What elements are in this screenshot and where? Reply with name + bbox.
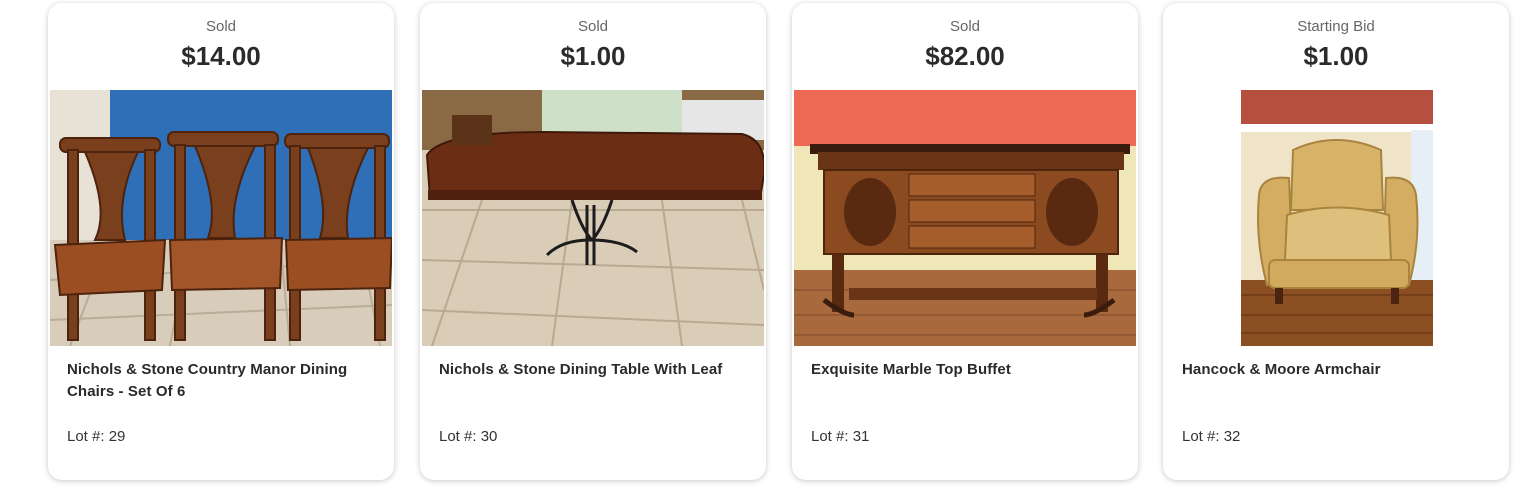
- lot-number: Lot #: 29: [67, 428, 126, 445]
- lot-title[interactable]: Nichols & Stone Country Manor Dining Cha…: [67, 359, 376, 403]
- lot-number: Lot #: 30: [439, 428, 498, 445]
- dining-chairs-photo[interactable]: [50, 90, 392, 346]
- lot-card-31[interactable]: Sold $82.00 Exquisite Marble Top Buffet …: [792, 3, 1138, 480]
- armchair-photo[interactable]: [1241, 90, 1433, 346]
- lot-card-29[interactable]: Sold $14.00 Nichols & Stone Country Mano…: [48, 3, 394, 480]
- lot-status: Sold: [577, 18, 609, 35]
- lot-price: $14.00: [181, 41, 261, 71]
- buffet-photo[interactable]: [794, 90, 1136, 346]
- lot-status: Starting Bid: [1297, 18, 1375, 35]
- lot-card-30[interactable]: Sold $1.00 Nichols & Stone Dining Table …: [420, 3, 766, 480]
- lot-price: $1.00: [1303, 41, 1369, 71]
- lot-price: $1.00: [560, 41, 626, 71]
- lot-number: Lot #: 32: [1182, 428, 1241, 445]
- lot-card-32[interactable]: Starting Bid $1.00 Hancock & Moore Armch…: [1163, 3, 1509, 480]
- dining-table-photo[interactable]: [422, 90, 764, 346]
- lot-number: Lot #: 31: [811, 428, 870, 445]
- lot-status: Sold: [949, 18, 981, 35]
- lot-status: Sold: [205, 18, 237, 35]
- lot-grid: Sold $14.00 Nichols & Stone Country Mano…: [0, 0, 1518, 504]
- lot-title[interactable]: Hancock & Moore Armchair: [1182, 359, 1491, 381]
- lot-title[interactable]: Exquisite Marble Top Buffet: [811, 359, 1120, 381]
- lot-price: $82.00: [925, 41, 1005, 71]
- lot-title[interactable]: Nichols & Stone Dining Table With Leaf: [439, 359, 748, 381]
